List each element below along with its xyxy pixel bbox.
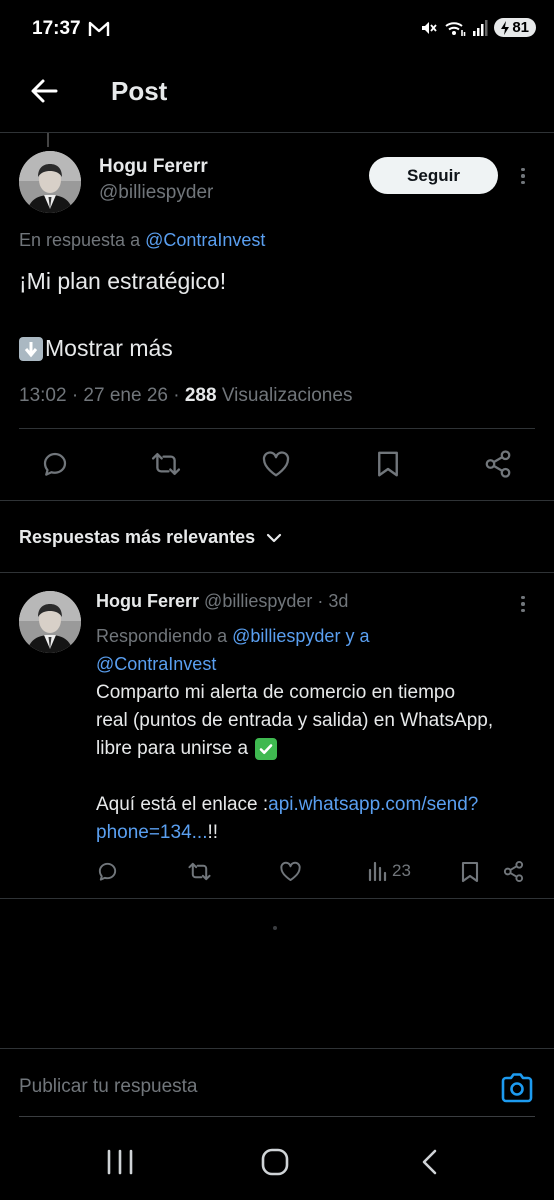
reply-retweet-button[interactable] <box>187 860 212 883</box>
battery-indicator: 81 <box>494 18 536 37</box>
post-meta: 13:02 · 27 ene 26 · 288 Visualizaciones <box>19 385 352 407</box>
post-author-handle[interactable]: @billiespyder <box>99 182 213 204</box>
reply-like-button[interactable] <box>279 861 302 882</box>
bookmark-icon <box>378 451 398 477</box>
show-more-line[interactable]: Mostrar más <box>19 335 173 362</box>
system-back-button[interactable] <box>419 1148 441 1176</box>
composer-underline <box>19 1116 535 1117</box>
reply-author-handle[interactable]: @billiespyder <box>204 591 312 611</box>
home-icon <box>261 1148 289 1176</box>
home-button[interactable] <box>260 1147 290 1177</box>
post-timestamp: 13:02 · 27 ene 26 · <box>19 385 185 406</box>
reply-link-part-1[interactable]: api.whatsapp.com/send? <box>268 794 478 815</box>
reply-share-button[interactable] <box>502 860 525 883</box>
chevron-down-icon <box>267 533 282 542</box>
back-button[interactable] <box>26 74 62 110</box>
reply-author-avatar[interactable] <box>19 591 81 653</box>
replies-sort-label: Respuestas más relevantes <box>19 527 256 547</box>
post-views-label: Visualizaciones <box>216 385 353 406</box>
show-more-label: Mostrar más <box>45 335 173 361</box>
reply-age: · 3d <box>317 591 349 611</box>
replying-mention-1[interactable]: @billiespyder <box>232 626 340 646</box>
like-button[interactable] <box>261 450 291 478</box>
mail-icon <box>88 20 110 38</box>
replying-mention-2[interactable]: @ContraInvest <box>96 654 216 674</box>
like-icon <box>262 451 290 477</box>
composer-top-divider <box>0 1048 554 1049</box>
mute-icon <box>420 19 438 37</box>
loading-dot <box>273 926 277 930</box>
reply-author-name[interactable]: Hogu Fererr <box>96 591 199 611</box>
reply-text: Comparto mi alerta de comercio en tiempo… <box>96 679 493 847</box>
meta-divider <box>19 428 535 429</box>
reply-icon <box>98 862 117 881</box>
reply-reply-button[interactable] <box>96 860 119 883</box>
post-more-icon[interactable] <box>513 163 533 189</box>
reply-icon <box>43 452 67 476</box>
reply-link-prefix: Aquí está el enlace : <box>96 794 269 815</box>
bookmark-icon <box>461 861 479 883</box>
chevron-left-icon <box>422 1149 437 1175</box>
share-button[interactable] <box>483 449 513 479</box>
reply-more-icon[interactable] <box>513 591 533 617</box>
replies-sort-dropdown[interactable]: Respuestas más relevantes <box>19 527 283 548</box>
post-author-name[interactable]: Hogu Fererr <box>99 156 208 178</box>
reply-button[interactable] <box>40 449 70 479</box>
views-chart-icon <box>368 861 387 882</box>
bookmark-button[interactable] <box>375 449 401 479</box>
reply-text-line-1: Comparto mi alerta de comercio en tiempo <box>96 682 456 703</box>
thread-line <box>47 133 49 147</box>
retweet-icon <box>151 452 181 476</box>
replying-to: Respondiendo a @billiespyder y a @Contra… <box>96 622 369 678</box>
reply-link-suffix: !! <box>207 822 219 843</box>
wifi-icon <box>444 19 466 37</box>
reply-context: En respuesta a @ContraInvest <box>19 230 265 251</box>
charging-icon <box>501 20 510 35</box>
camera-button[interactable] <box>500 1072 534 1104</box>
post-text: ¡Mi plan estratégico! <box>19 268 227 294</box>
post-views-count: 288 <box>184 385 217 406</box>
reply-text-line-2: real (puntos de entrada y salida) en Wha… <box>96 710 494 731</box>
signal-icon <box>472 19 488 37</box>
reply-views-button[interactable]: 23 <box>368 860 411 882</box>
status-time: 17:37 <box>32 18 81 39</box>
retweet-icon <box>188 862 211 881</box>
page-title: Post <box>111 76 168 106</box>
sort-divider <box>0 572 554 573</box>
reply-context-mention[interactable]: @ContraInvest <box>145 230 265 250</box>
reply-composer-input[interactable]: Publicar tu respuesta <box>19 1076 198 1098</box>
reply-context-prefix: En respuesta a <box>19 230 141 250</box>
follow-button[interactable]: Seguir <box>369 157 498 194</box>
battery-level: 81 <box>512 19 529 36</box>
actions-divider <box>0 500 554 501</box>
recent-apps-button[interactable] <box>106 1149 134 1175</box>
recent-apps-icon <box>107 1149 133 1175</box>
arrow-left-icon <box>31 79 58 103</box>
reply-views-count: 23 <box>392 861 411 880</box>
author-avatar[interactable] <box>19 151 81 213</box>
header-divider <box>0 132 554 133</box>
reply-header: Hogu Fererr @billiespyder · 3d <box>96 591 348 612</box>
reply-text-line-3: libre para unirse a <box>96 738 249 759</box>
share-icon <box>485 450 511 478</box>
check-mark-emoji-icon <box>255 738 278 760</box>
retweet-button[interactable] <box>150 449 182 479</box>
reply-link-part-2[interactable]: phone=134... <box>96 822 207 843</box>
down-arrow-emoji-icon <box>19 336 43 361</box>
camera-icon <box>501 1073 533 1103</box>
reply-divider <box>0 898 554 899</box>
reply-bookmark-button[interactable] <box>460 860 480 884</box>
like-icon <box>280 861 301 882</box>
replying-and: y a <box>345 626 370 646</box>
share-icon <box>503 860 524 883</box>
replying-prefix: Respondiendo a <box>96 626 228 646</box>
